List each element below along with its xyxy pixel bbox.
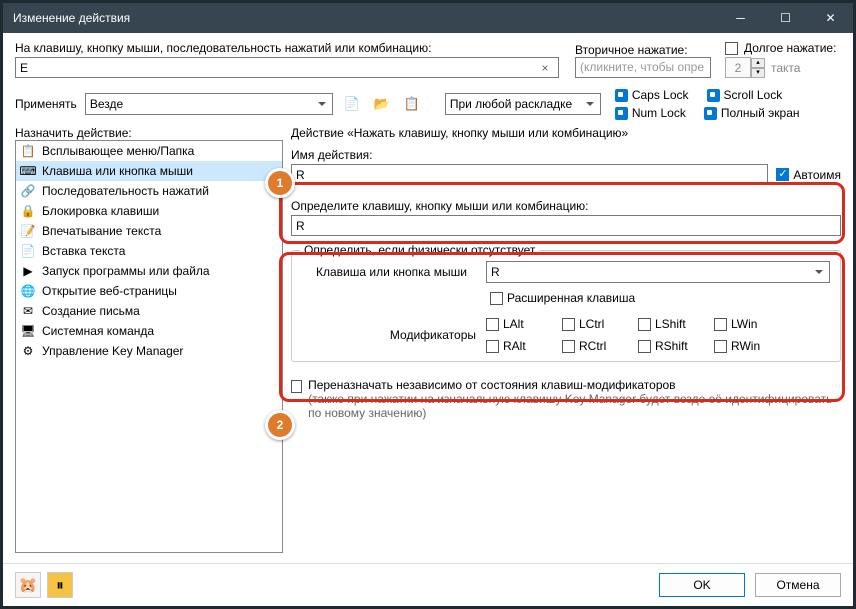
toolbar-open-icon[interactable]: 📂 — [371, 93, 393, 115]
list-item[interactable]: ⚙Управление Key Manager — [16, 341, 282, 361]
main-key-input[interactable]: E × — [15, 57, 559, 78]
action-icon: ✉ — [20, 303, 36, 319]
name-input[interactable] — [291, 164, 768, 185]
caps-toggle[interactable]: Caps Lock — [615, 88, 689, 102]
anno-badge-1: 1 — [265, 168, 295, 198]
action-icon: ⌨ — [20, 163, 36, 179]
list-item[interactable]: 🔗Последовательность нажатий — [16, 181, 282, 201]
apply-label: Применять — [15, 97, 77, 111]
toolbar-new-icon[interactable]: 📄 — [341, 93, 363, 115]
list-item[interactable]: 📄Вставка текста — [16, 241, 282, 261]
toolbar-copy-icon[interactable]: 📋 — [401, 93, 423, 115]
secondary-input[interactable]: (кликните, чтобы опре — [575, 57, 711, 78]
layout-combo[interactable]: При любой раскладке — [445, 93, 601, 115]
list-item[interactable]: 🖥Системная команда — [16, 321, 282, 341]
mod-checkbox[interactable] — [714, 340, 727, 353]
main-key-label: На клавишу, кнопку мыши, последовательно… — [15, 41, 559, 55]
action-icon: 🖥 — [20, 323, 36, 339]
absent-group: Определить, если физически отсутствует К… — [291, 250, 841, 362]
minimize-button[interactable]: ─ — [718, 3, 763, 33]
anno-badge-2: 2 — [265, 410, 295, 440]
mod-checkbox[interactable] — [562, 318, 575, 331]
action-icon: 📝 — [20, 223, 36, 239]
autoname-checkbox[interactable] — [776, 168, 789, 181]
mod-checkbox[interactable] — [486, 318, 499, 331]
clear-icon[interactable]: × — [536, 61, 554, 75]
name-label: Имя действия: — [291, 148, 841, 162]
mod-checkbox[interactable] — [714, 318, 727, 331]
define-input[interactable] — [291, 215, 841, 236]
action-icon: 📄 — [20, 243, 36, 259]
mod-checkbox[interactable] — [562, 340, 575, 353]
define-label: Определите клавишу, кнопку мыши или комб… — [291, 199, 841, 213]
window-title: Изменение действия — [13, 11, 718, 25]
action-icon: 🌐 — [20, 283, 36, 299]
apply-combo[interactable]: Везде — [85, 93, 333, 115]
list-item[interactable]: ▶Запуск программы или файла — [16, 261, 282, 281]
action-icon: ⚙ — [20, 343, 36, 359]
long-press-checkbox[interactable] — [725, 42, 738, 55]
close-button[interactable]: ✕ — [808, 3, 853, 33]
action-list[interactable]: 📋Всплывающее меню/Папка⌨Клавиша или кноп… — [15, 140, 283, 553]
mod-checkbox[interactable] — [638, 340, 651, 353]
ok-button[interactable]: OK — [659, 573, 745, 597]
fullscreen-toggle[interactable]: Полный экран — [704, 106, 800, 120]
action-icon: 🔒 — [20, 203, 36, 219]
list-item[interactable]: 📝Впечатывание текста — [16, 221, 282, 241]
cancel-button[interactable]: Отмена — [755, 573, 841, 597]
list-item[interactable]: 🔒Блокировка клавиши — [16, 201, 282, 221]
action-icon: 📋 — [20, 143, 36, 159]
reassign-checkbox[interactable] — [291, 380, 302, 393]
titlebar: Изменение действия ─ ☐ ✕ — [3, 3, 853, 33]
extended-checkbox[interactable] — [490, 292, 503, 305]
scroll-toggle[interactable]: Scroll Lock — [707, 88, 783, 102]
mod-checkbox[interactable] — [638, 318, 651, 331]
action-icon: ▶ — [20, 263, 36, 279]
long-press-spinner[interactable]: ▴▾ — [725, 57, 765, 78]
absent-key-combo[interactable]: R — [486, 261, 830, 283]
list-item[interactable]: ⌨Клавиша или кнопка мыши — [16, 161, 282, 181]
maximize-button[interactable]: ☐ — [763, 3, 808, 33]
list-item[interactable]: ✉Создание письма — [16, 301, 282, 321]
action-icon: 🔗 — [20, 183, 36, 199]
secondary-label: Вторичное нажатие: — [575, 43, 711, 57]
list-item[interactable]: 📋Всплывающее меню/Папка — [16, 141, 282, 161]
num-toggle[interactable]: Num Lock — [615, 106, 686, 120]
footer-btn-1[interactable]: 🐹 — [15, 572, 41, 598]
panel-header: Действие «Нажать клавишу, кнопку мыши ил… — [291, 126, 841, 140]
action-panel: Действие «Нажать клавишу, кнопку мыши ил… — [291, 126, 841, 553]
list-item[interactable]: 🌐Открытие веб-страницы — [16, 281, 282, 301]
assign-label: Назначить действие: — [15, 126, 283, 140]
mod-checkbox[interactable] — [486, 340, 499, 353]
footer-btn-2[interactable]: ⏸ — [47, 572, 73, 598]
